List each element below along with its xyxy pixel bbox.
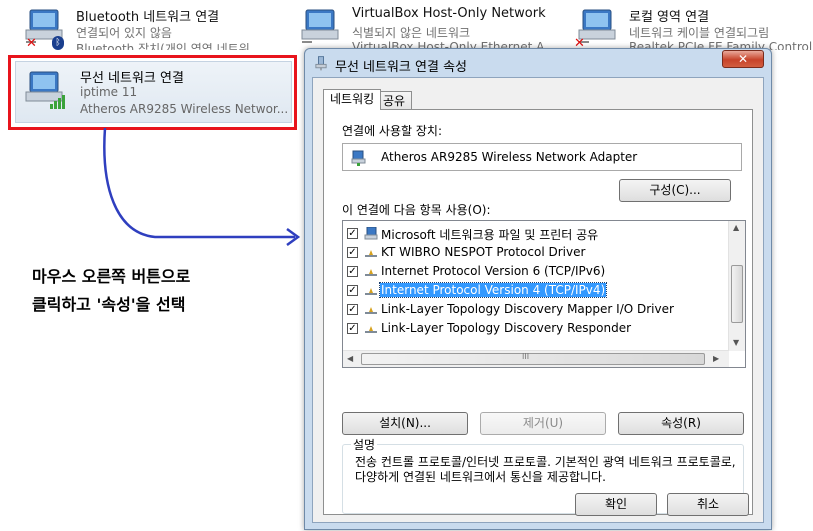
uninstall-button[interactable]: 제거(U) [480,412,606,435]
disconnected-x-icon: ✕ [26,36,37,51]
description-text: 전송 컨트롤 프로토콜/인터넷 프로토콜. 기본적인 광역 네트워크 프로토콜로… [355,455,736,484]
connection-status: 연결되어 있지 않음 [76,26,172,40]
scroll-right-icon[interactable]: ▶ [713,354,719,363]
connection-device: Atheros AR9285 Wireless Networ... [80,102,289,116]
scroll-up-icon[interactable]: ▲ [733,223,739,232]
item-label: Link-Layer Topology Discovery Responder [381,321,632,335]
list-item-selected[interactable]: ✓ Internet Protocol Version 4 (TCP/IPv4) [347,282,725,300]
protocol-icon [365,326,377,333]
scrollbar-thumb[interactable]: III [361,352,705,365]
properties-dialog: 무선 네트워크 연결 속성 ✕ 네트워킹 공유 연결에 사용할 장치: Athe… [304,48,772,530]
checkbox[interactable]: ✓ [347,285,358,296]
scrollbar-thumb[interactable] [731,265,743,323]
properties-button[interactable]: 속성(R) [618,412,744,435]
connection-status: iptime 11 [80,85,138,99]
adapter-field: Atheros AR9285 Wireless Network Adapter [342,143,742,171]
item-label: Link-Layer Topology Discovery Mapper I/O… [381,302,674,316]
network-properties-icon [315,56,327,71]
description-title: 설명 [351,436,378,453]
scrollbar-grip: III [522,352,530,361]
connect-using-label: 연결에 사용할 장치: [342,124,442,138]
connection-device: Bluetooth 장치(개인 영역 네트워 [76,42,250,50]
item-label: Internet Protocol Version 4 (TCP/IPv4) [378,282,608,298]
connection-status: 네트워크 케이블 연결되그림 [629,26,770,40]
scroll-left-icon[interactable]: ◀ [347,354,353,363]
network-adapter-icon [301,9,339,43]
cancel-button[interactable]: 취소 [667,493,749,516]
list-item[interactable]: ✓ Link-Layer Topology Discovery Responde… [347,320,725,338]
horizontal-scrollbar[interactable]: ◀ III ▶ [343,350,729,367]
close-button[interactable]: ✕ [722,50,764,68]
instruction-text: 마우스 오른쪽 버튼으로 클릭하고 '속성'을 선택 [32,263,272,319]
protocol-icon [365,269,377,276]
item-label: KT WIBRO NESPOT Protocol Driver [381,245,586,259]
connection-bluetooth[interactable]: ✕ ᛒ Bluetooth 네트워크 연결 연결되어 있지 않음 Bluetoo… [24,6,279,51]
tab-sharing[interactable]: 공유 [376,91,413,110]
dialog-titlebar[interactable]: 무선 네트워크 연결 속성 ✕ [305,49,771,77]
checkbox[interactable]: ✓ [347,304,358,315]
connection-title: Bluetooth 네트워크 연결 [76,10,220,25]
protocol-icon [365,307,377,314]
list-item[interactable]: ✓ Internet Protocol Version 6 (TCP/IPv6) [347,263,725,281]
item-label: Microsoft 네트워크용 파일 및 프린터 공유 [381,228,599,242]
connection-title: 무선 네트워크 연결 [80,71,184,86]
wireless-adapter-icon [25,71,65,109]
ok-button[interactable]: 확인 [575,493,657,516]
list-item[interactable]: ✓ Link-Layer Topology Discovery Mapper I… [347,301,725,319]
checkbox[interactable]: ✓ [347,228,358,239]
checkbox[interactable]: ✓ [347,247,358,258]
protocol-icon [365,250,377,257]
adapter-name: Atheros AR9285 Wireless Network Adapter [381,150,638,164]
instruction-line-2: 클릭하고 '속성'을 선택 [32,295,186,314]
connection-title: VirtualBox Host-Only Network [352,6,546,21]
connection-virtualbox[interactable]: VirtualBox Host-Only Network 식별되지 않은 네트워… [300,6,560,50]
connection-title: 로컬 영역 연결 [629,10,710,25]
checkbox[interactable]: ✓ [347,323,358,334]
items-list: ✓ Microsoft 네트워크용 파일 및 프린터 공유 ✓ KT WIBRO… [342,220,746,368]
protocol-icon [365,288,377,295]
connection-status: 식별되지 않은 네트워크 [352,26,471,40]
tab-networking[interactable]: 네트워킹 [323,89,382,110]
dialog-title: 무선 네트워크 연결 속성 [335,60,467,75]
instruction-line-1: 마우스 오른쪽 버튼으로 [32,267,191,286]
list-item[interactable]: ✓ KT WIBRO NESPOT Protocol Driver [347,244,725,262]
bluetooth-icon: ᛒ [52,36,64,50]
annotation-arrow [103,127,301,247]
scroll-down-icon[interactable]: ▼ [733,338,739,347]
network-client-icon [364,227,378,240]
connection-local-area[interactable]: ✕ 로컬 영역 연결 네트워크 케이블 연결되그림 Realtek PCIe F… [574,6,813,51]
dialog-client: 네트워킹 공유 연결에 사용할 장치: Atheros AR9285 Wirel… [312,77,764,523]
connection-wireless[interactable]: 무선 네트워크 연결 iptime 11 Atheros AR9285 Wire… [15,61,292,123]
vertical-scrollbar[interactable]: ▲ ▼ [728,221,745,351]
checkbox[interactable]: ✓ [347,266,358,277]
install-button[interactable]: 설치(N)... [342,412,468,435]
configure-button[interactable]: 구성(C)... [619,179,731,202]
list-item[interactable]: ✓ Microsoft 네트워크용 파일 및 프린터 공유 [347,225,725,243]
item-label: Internet Protocol Version 6 (TCP/IPv6) [381,264,606,278]
adapter-icon [351,150,366,166]
items-label: 이 연결에 다음 항목 사용(O): [342,203,491,217]
tab-panel: 연결에 사용할 장치: Atheros AR9285 Wireless Netw… [323,109,753,515]
